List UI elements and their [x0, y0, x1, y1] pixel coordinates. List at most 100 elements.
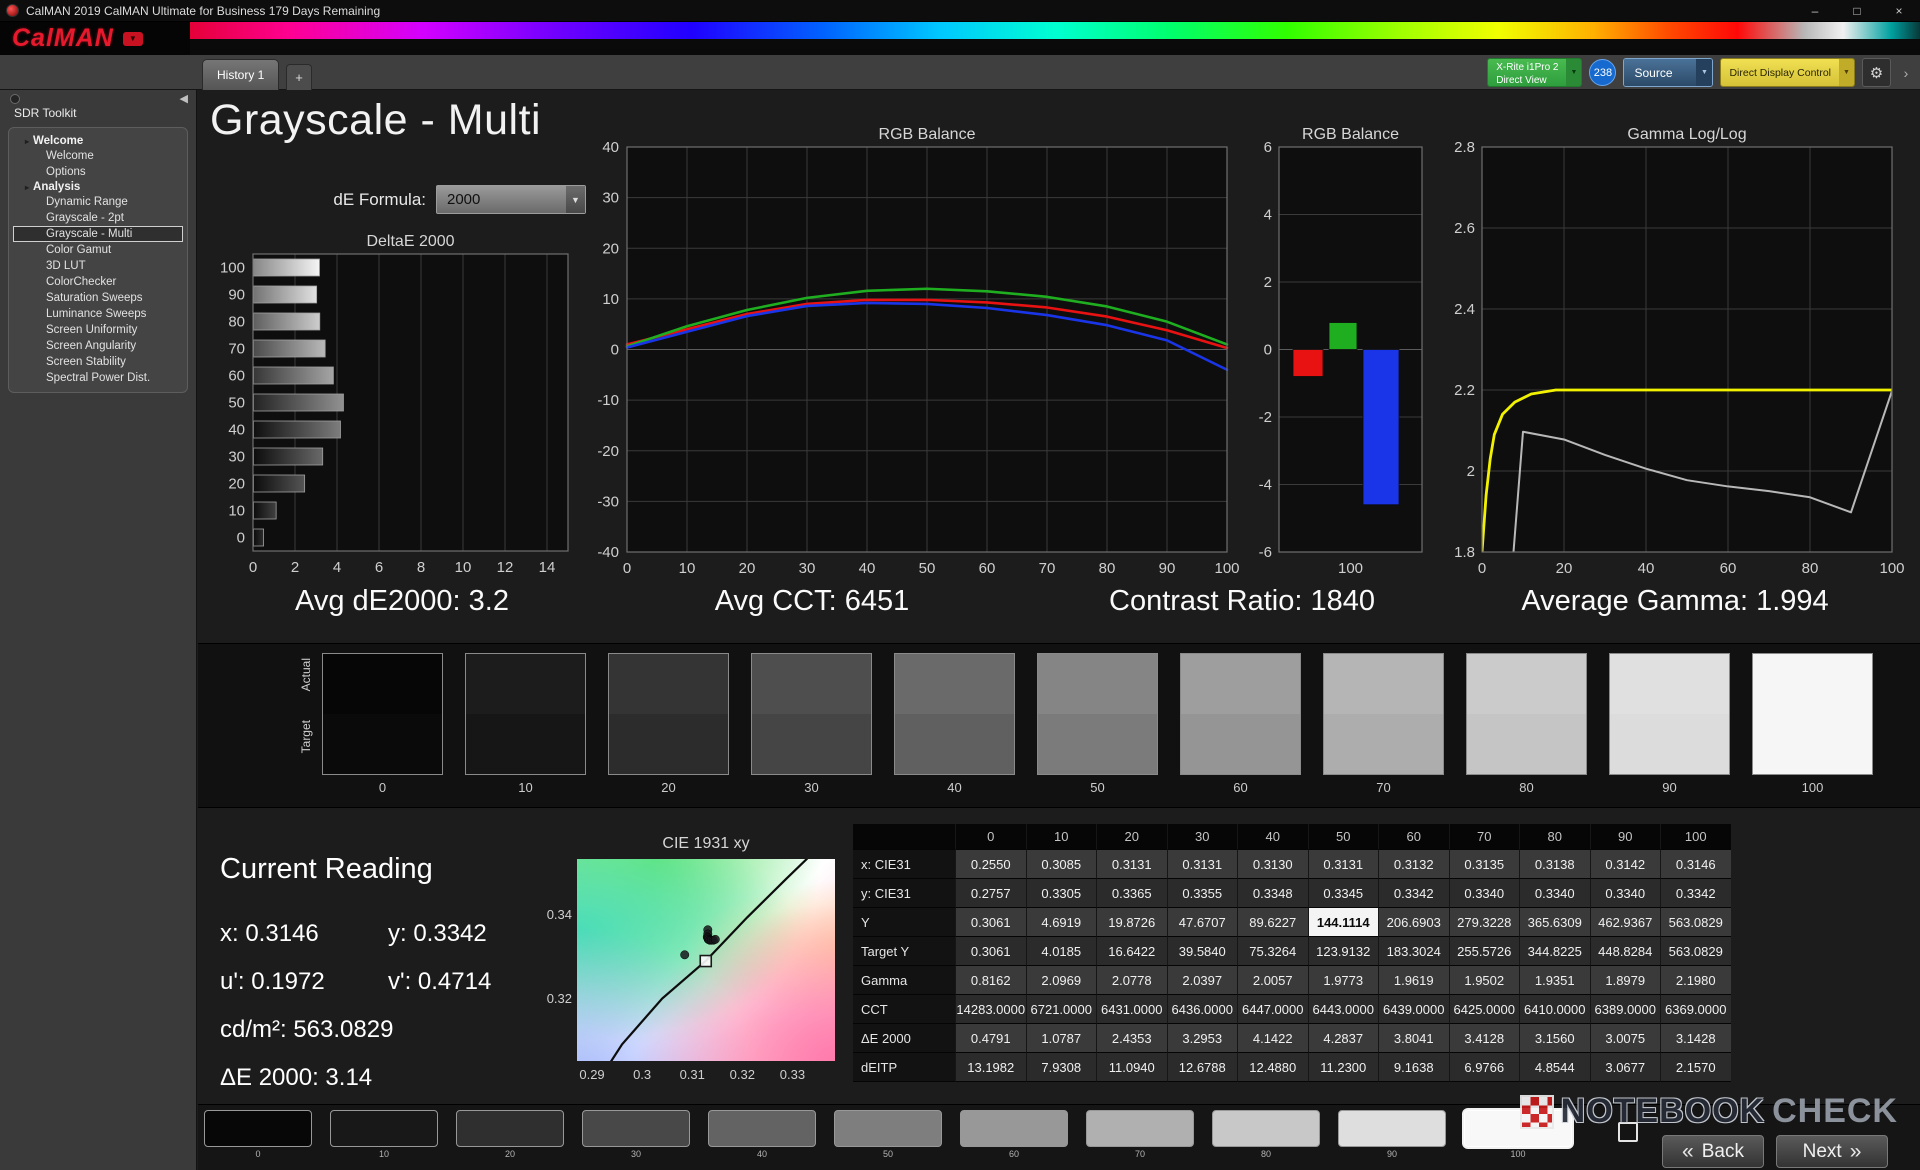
- swatch-actual-half: [1753, 654, 1872, 714]
- calman-menu-arrow-icon[interactable]: ▼: [123, 32, 143, 46]
- svg-text:30: 30: [228, 449, 245, 466]
- table-cell: 13.1982: [955, 1053, 1026, 1082]
- settings-gear-icon[interactable]: ⚙: [1862, 58, 1891, 87]
- sidebar-item-3d-lut[interactable]: 3D LUT: [13, 258, 183, 274]
- patch-button-20[interactable]: 20: [456, 1110, 564, 1159]
- reading-delta-e: ΔE 2000: 3.14: [220, 1064, 388, 1092]
- sidebar-item-screen-angularity[interactable]: Screen Angularity: [13, 338, 183, 354]
- swatch-actual-half: [466, 654, 585, 714]
- patch-swatch: [1086, 1110, 1194, 1147]
- patch-button-40[interactable]: 40: [708, 1110, 816, 1159]
- maximize-button[interactable]: □: [1836, 0, 1878, 22]
- table-cell: 0.2757: [955, 879, 1026, 908]
- svg-text:60: 60: [1720, 560, 1737, 577]
- sidebar-item-spectral-power-dist[interactable]: Spectral Power Dist.: [13, 370, 183, 386]
- minimize-button[interactable]: –: [1794, 0, 1836, 22]
- display-control-label: Direct Display Control: [1721, 59, 1839, 86]
- table-cell: 4.0185: [1026, 937, 1097, 966]
- sidebar-item-options[interactable]: Options: [13, 164, 183, 180]
- table-cell: 0.3365: [1096, 879, 1167, 908]
- svg-text:30: 30: [602, 190, 619, 207]
- tab-bar: History 1 + X-Rite i1Pro 2 Direct View ▼…: [0, 55, 1920, 90]
- patch-button-60[interactable]: 60: [960, 1110, 1068, 1159]
- add-tab-button[interactable]: +: [286, 64, 312, 90]
- table-cell: 6369.0000: [1660, 995, 1731, 1024]
- window-title: CalMAN 2019 CalMAN Ultimate for Business…: [26, 4, 380, 18]
- svg-text:-40: -40: [597, 544, 619, 561]
- sidebar-item-screen-uniformity[interactable]: Screen Uniformity: [13, 322, 183, 338]
- calman-logo[interactable]: CalMAN ▼: [0, 22, 190, 55]
- panel-expand-chevron-icon[interactable]: ›: [1898, 58, 1914, 87]
- svg-text:100: 100: [220, 260, 245, 277]
- sidebar-item-grayscale-multi[interactable]: Grayscale - Multi: [13, 226, 183, 242]
- patch-button-80[interactable]: 80: [1212, 1110, 1320, 1159]
- sidebar-item-saturation-sweeps[interactable]: Saturation Sweeps: [13, 290, 183, 306]
- table-cell: 2.0057: [1237, 966, 1308, 995]
- app-logo-icon: [6, 4, 19, 17]
- sidebar-collapse-icon[interactable]: ◀: [180, 92, 188, 105]
- back-button[interactable]: « Back: [1662, 1135, 1764, 1168]
- sidebar-item-colorchecker[interactable]: ColorChecker: [13, 274, 183, 290]
- sidebar-item-screen-stability[interactable]: Screen Stability: [13, 354, 183, 370]
- source-dropdown-arrow-icon[interactable]: ▼: [1696, 59, 1712, 86]
- patch-swatch: [1338, 1110, 1446, 1147]
- table-cell: 0.3061: [955, 937, 1026, 966]
- tree-expand-icon: ▸: [25, 183, 29, 192]
- swatch-target-half: [323, 714, 442, 774]
- source-dropdown[interactable]: Source ▼: [1623, 58, 1713, 87]
- display-control-arrow-icon[interactable]: ▼: [1839, 59, 1854, 86]
- patch-button-30[interactable]: 30: [582, 1110, 690, 1159]
- table-cell: 6410.0000: [1519, 995, 1590, 1024]
- display-control-dropdown[interactable]: Direct Display Control ▼: [1720, 58, 1855, 87]
- table-cell: 0.3135: [1449, 850, 1520, 879]
- de-formula-dropdown[interactable]: 2000 ▼: [436, 185, 586, 214]
- table-header-row: 0102030405060708090100: [853, 824, 1731, 850]
- reading-v-prime: v': 0.4714: [388, 968, 491, 996]
- swatch-target-half: [895, 714, 1014, 774]
- sidebar-section-welcome[interactable]: ▸Welcome: [13, 134, 183, 148]
- patch-label: 50: [883, 1149, 893, 1159]
- next-button[interactable]: Next »: [1776, 1135, 1888, 1168]
- close-button[interactable]: ×: [1878, 0, 1920, 22]
- patch-button-10[interactable]: 10: [330, 1110, 438, 1159]
- meter-dropdown-arrow-icon[interactable]: ▼: [1566, 59, 1581, 86]
- table-column-header: 90: [1590, 824, 1661, 850]
- sidebar-item-welcome[interactable]: Welcome: [13, 148, 183, 164]
- patch-swatch: [204, 1110, 312, 1147]
- reading-u-prime: u': 0.1972: [220, 968, 388, 996]
- svg-text:4: 4: [333, 559, 341, 576]
- avg-gamma-stat: Average Gamma: 1.994: [1521, 585, 1828, 618]
- svg-text:14: 14: [539, 559, 556, 576]
- patch-button-90[interactable]: 90: [1338, 1110, 1446, 1159]
- table-column-header: 10: [1026, 824, 1097, 850]
- svg-text:RGB Balance: RGB Balance: [1302, 126, 1399, 143]
- swatch-target-half: [1753, 714, 1872, 774]
- table-cell: 0.3132: [1378, 850, 1449, 879]
- svg-text:-10: -10: [597, 392, 619, 409]
- meter-dropdown[interactable]: X-Rite i1Pro 2 Direct View ▼: [1487, 58, 1582, 87]
- table-row-label: dEITP: [853, 1053, 955, 1082]
- sidebar-item-grayscale-2pt[interactable]: Grayscale - 2pt: [13, 210, 183, 226]
- sidebar-item-dynamic-range[interactable]: Dynamic Range: [13, 194, 183, 210]
- actual-label: Actual: [299, 658, 313, 691]
- sidebar-item-luminance-sweeps[interactable]: Luminance Sweeps: [13, 306, 183, 322]
- table-row-label: y: CIE31: [853, 879, 955, 908]
- tab-history-1[interactable]: History 1: [202, 59, 279, 90]
- table-cell: 12.4880: [1237, 1053, 1308, 1082]
- table-cell: 11.2300: [1308, 1053, 1379, 1082]
- patch-button-50[interactable]: 50: [834, 1110, 942, 1159]
- svg-text:20: 20: [228, 476, 245, 493]
- notebookcheck-watermark: NOTEBOOK CHECK: [1520, 1092, 1898, 1131]
- next-label: Next: [1803, 1141, 1842, 1163]
- sidebar-section-analysis[interactable]: ▸Analysis: [13, 180, 183, 194]
- grayscale-swatch-strip: Actual Target 0102030405060708090100: [198, 643, 1920, 808]
- grayscale-swatch-60: 60: [1180, 653, 1301, 795]
- patch-button-70[interactable]: 70: [1086, 1110, 1194, 1159]
- swatch-row: 0102030405060708090100: [322, 653, 1873, 795]
- svg-text:100: 100: [1879, 560, 1904, 577]
- workflow-dot-icon[interactable]: [10, 94, 20, 104]
- sidebar-item-color-gamut[interactable]: Color Gamut: [13, 242, 183, 258]
- patch-button-0[interactable]: 0: [204, 1110, 312, 1159]
- cie-x-tick: 0.29: [575, 1067, 609, 1082]
- patch-label: 40: [757, 1149, 767, 1159]
